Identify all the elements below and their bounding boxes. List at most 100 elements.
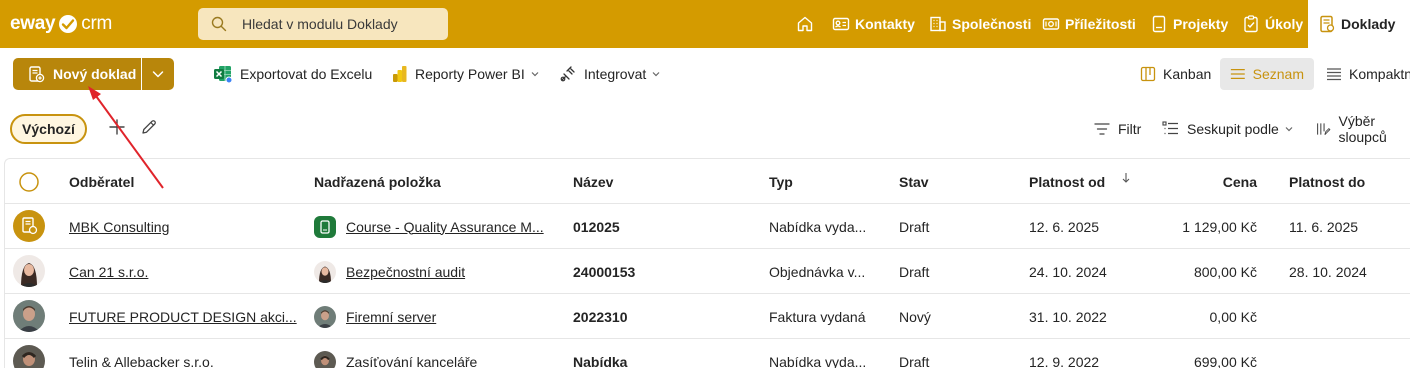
group-by-icon	[1162, 121, 1178, 135]
course-icon	[314, 215, 336, 238]
parent-item: Course - Quality Assurance M...	[314, 204, 544, 249]
nav-label: Doklady	[1341, 16, 1396, 32]
new-document-dropdown-button[interactable]	[142, 58, 174, 90]
table-row[interactable]: Telin & Allebacker s.r.o. Zasíťování kan…	[5, 339, 1410, 368]
top-bar: eway crm Kontakty Společnosti Příležitos…	[0, 0, 1410, 48]
column-picker-button[interactable]: Výběr sloupců	[1316, 113, 1410, 145]
nav-item-contacts[interactable]: Kontakty	[832, 0, 915, 48]
view-list-button[interactable]: Seznam	[1220, 58, 1314, 90]
search-input[interactable]	[242, 8, 442, 40]
new-document-button[interactable]: Nový doklad	[13, 58, 141, 90]
customer-link[interactable]: MBK Consulting	[69, 204, 169, 249]
contact-avatar	[13, 300, 45, 332]
nav-item-projects[interactable]: Projekty	[1150, 0, 1228, 48]
select-all-checkbox[interactable]	[19, 159, 39, 204]
projects-icon	[1152, 15, 1166, 33]
document-name: 2022310	[573, 308, 628, 325]
documents-table: Odběratel Nadřazená položka Název Typ St…	[4, 158, 1410, 368]
edit-icon[interactable]	[140, 118, 158, 136]
price: 1 129,00 Kč	[1182, 218, 1257, 235]
document-type: Nabídka vyda...	[769, 218, 867, 235]
nav-item-documents[interactable]: Doklady	[1308, 0, 1410, 48]
app-logo[interactable]: eway crm	[10, 12, 112, 36]
view-compact-button[interactable]: Kompaktní	[1326, 58, 1410, 90]
contact-avatar	[13, 345, 45, 368]
parent-link[interactable]: Firemní server	[346, 309, 436, 325]
tasks-icon	[1244, 15, 1258, 33]
valid-from: 12. 6. 2025	[1029, 218, 1100, 235]
document-name: Nabídka	[573, 353, 628, 368]
integrate-button[interactable]: Integrovat	[559, 58, 668, 90]
column-header-valid-from[interactable]: Platnost od	[1029, 159, 1131, 204]
document-status: Draft	[899, 353, 930, 368]
customer-link[interactable]: FUTURE PRODUCT DESIGN akci...	[69, 294, 297, 339]
document-status: Draft	[899, 263, 930, 280]
saved-view-pill[interactable]: Výchozí	[10, 114, 87, 144]
add-icon[interactable]	[108, 118, 126, 136]
excel-icon	[214, 66, 233, 84]
nav-label: Příležitosti	[1065, 16, 1136, 32]
nav-item-tasks[interactable]: Úkoly	[1242, 0, 1303, 48]
home-icon	[797, 16, 813, 32]
circle-checkbox-icon	[19, 171, 39, 192]
price: 800,00 Kč	[1193, 263, 1257, 280]
logo-check-icon	[59, 15, 78, 33]
export-excel-label: Exportovat do Excelu	[240, 66, 373, 82]
valid-from: 31. 10. 2022	[1029, 308, 1107, 325]
column-header-price[interactable]: Cena	[1165, 159, 1257, 204]
nav-home[interactable]	[796, 0, 816, 48]
document-type: Nabídka vyda...	[769, 353, 867, 368]
parent-link[interactable]: Course - Quality Assurance M...	[346, 219, 544, 235]
integrate-icon	[560, 66, 575, 82]
customer-link[interactable]: Can 21 s.r.o.	[69, 249, 148, 294]
column-picker-icon	[1317, 123, 1331, 135]
nav-label: Projekty	[1173, 16, 1229, 32]
nav-item-opportunities[interactable]: Příležitosti	[1042, 0, 1136, 48]
parent-item: Zasíťování kanceláře	[314, 339, 477, 368]
companies-icon	[930, 16, 946, 32]
chevron-down-icon	[1285, 127, 1293, 132]
column-header-parent[interactable]: Nadřazená položka	[314, 159, 441, 204]
document-status: Nový	[899, 308, 931, 325]
column-header-valid-to[interactable]: Platnost do	[1289, 159, 1365, 204]
power-bi-icon	[393, 66, 407, 82]
nav-item-companies[interactable]: Společnosti	[929, 0, 1031, 48]
column-header-type[interactable]: Typ	[769, 159, 793, 204]
column-header-status[interactable]: Stav	[899, 159, 929, 204]
command-bar: Nový doklad Exportovat do Excelu Reporty…	[0, 48, 1410, 100]
column-header-name[interactable]: Název	[573, 159, 613, 204]
power-bi-reports-button[interactable]: Reporty Power BI	[392, 58, 547, 90]
saved-view-label: Výchozí	[22, 121, 75, 137]
view-kanban-button[interactable]: Kanban	[1132, 58, 1219, 90]
table-row[interactable]: FUTURE PRODUCT DESIGN akci... Firemní se…	[5, 294, 1410, 339]
documents-icon	[1320, 15, 1335, 33]
filter-label: Filtr	[1118, 121, 1142, 137]
document-type: Faktura vydaná	[769, 308, 866, 325]
person-photo-icon	[18, 306, 40, 332]
integrate-label: Integrovat	[584, 66, 647, 82]
column-header-customer[interactable]: Odběratel	[69, 159, 134, 204]
new-document-label: Nový doklad	[53, 66, 137, 82]
export-excel-button[interactable]: Exportovat do Excelu	[213, 58, 372, 90]
document-name: 24000153	[573, 263, 636, 280]
group-by-button[interactable]: Seskupit podle	[1162, 114, 1302, 144]
document-avatar	[13, 210, 45, 242]
column-picker-label: Výběr sloupců	[1338, 113, 1387, 145]
person-photo-icon	[314, 305, 336, 328]
price: 699,00 Kč	[1193, 353, 1257, 368]
customer-link[interactable]: Telin & Allebacker s.r.o.	[69, 339, 214, 368]
parent-link[interactable]: Zasíťování kanceláře	[346, 354, 477, 368]
valid-from: 12. 9. 2022	[1029, 353, 1100, 368]
parent-link[interactable]: Bezpečnostní audit	[346, 264, 465, 280]
table-row[interactable]: MBK Consulting Course - Quality Assuranc…	[5, 204, 1410, 249]
person-photo-icon	[314, 350, 336, 368]
contact-avatar	[13, 255, 45, 287]
table-row[interactable]: Can 21 s.r.o. Bezpečnostní audit 2400015…	[5, 249, 1410, 294]
parent-item: Firemní server	[314, 294, 436, 339]
valid-to: 11. 6. 2025	[1289, 218, 1359, 235]
search-icon	[211, 16, 227, 32]
person-photo-icon	[20, 263, 38, 287]
power-bi-label: Reporty Power BI	[415, 66, 525, 82]
chevron-down-icon	[152, 71, 164, 78]
filter-button[interactable]: Filtr	[1094, 114, 1141, 144]
